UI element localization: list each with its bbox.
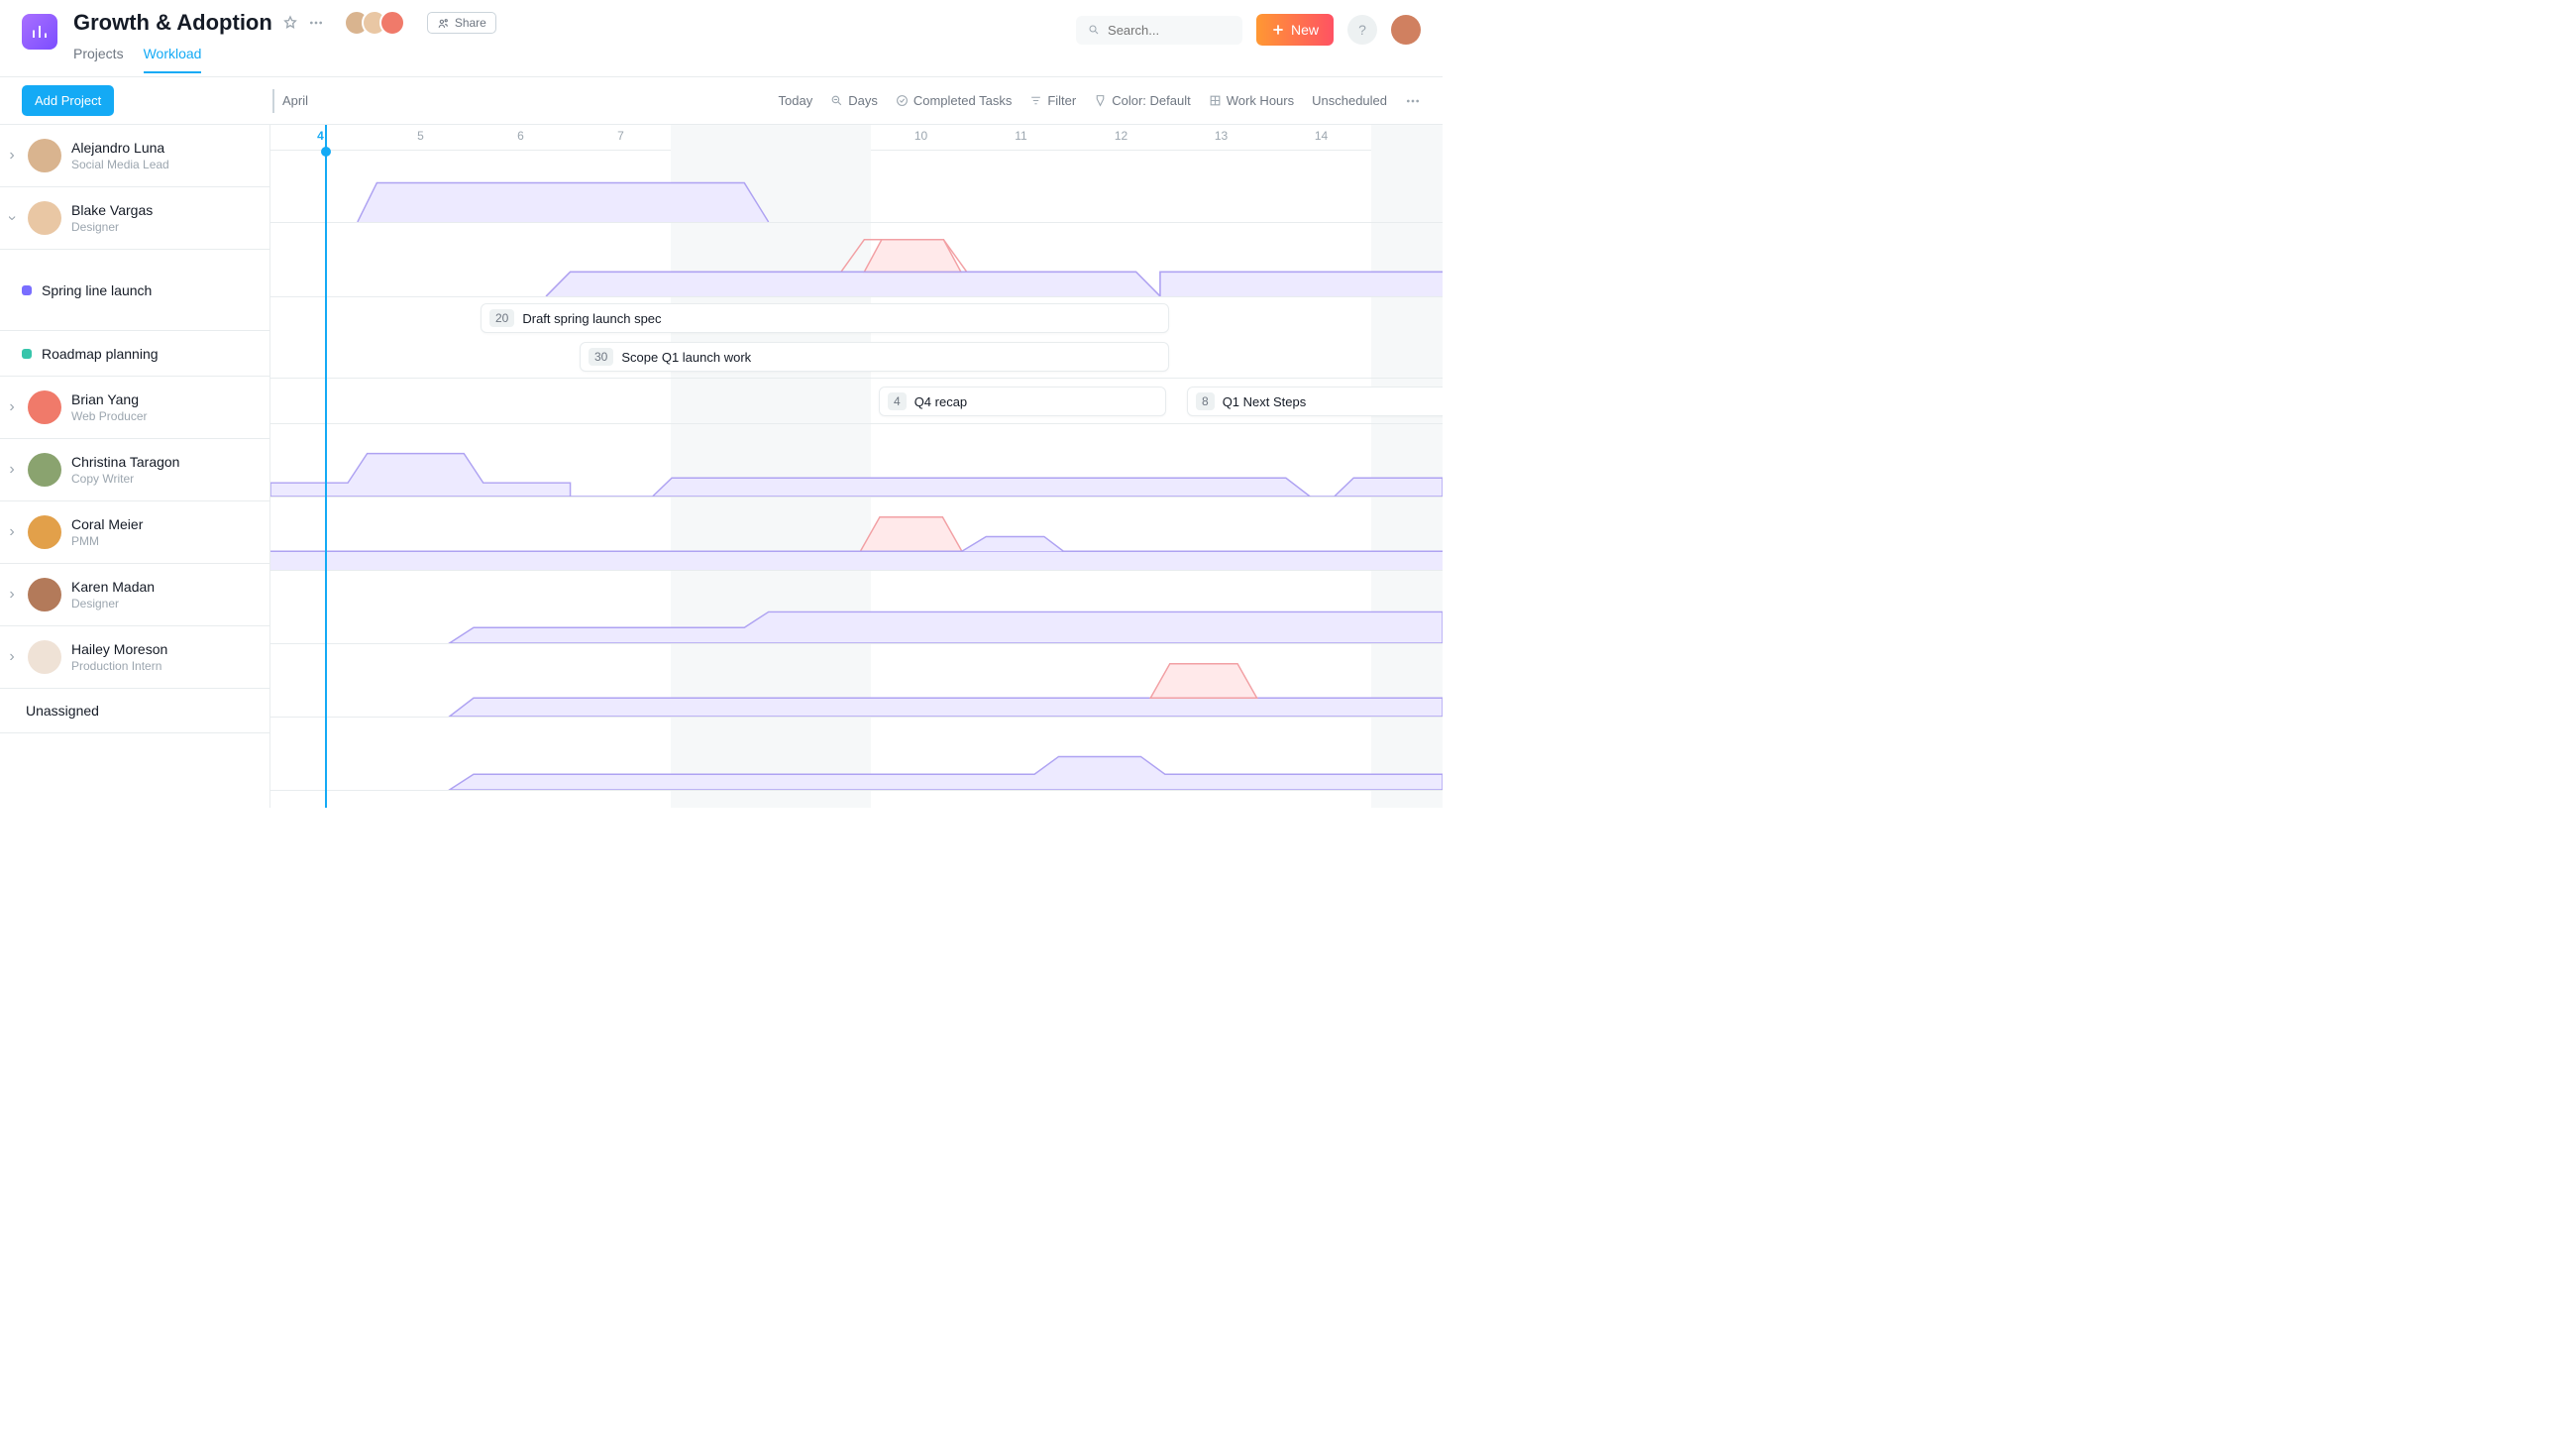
person-name: Blake Vargas: [71, 202, 153, 218]
tab-workload[interactable]: Workload: [144, 46, 202, 73]
filter-icon: [1029, 94, 1042, 107]
timeline[interactable]: 4 5 6 7 8 9 10 11 12 13 14 15: [270, 125, 1443, 808]
person-name: Karen Madan: [71, 579, 155, 595]
task-card[interactable]: 8 Q1 Next Steps: [1187, 387, 1443, 416]
help-button[interactable]: ?: [1347, 15, 1377, 45]
task-badge: 8: [1196, 392, 1215, 410]
task-card[interactable]: 20 Draft spring launch spec: [481, 303, 1169, 333]
avatar: [28, 640, 61, 674]
person-row[interactable]: › Brian Yang Web Producer: [0, 377, 269, 439]
share-button[interactable]: Share: [427, 12, 496, 34]
page-title: Growth & Adoption: [73, 10, 272, 36]
workload-lane: [270, 718, 1443, 791]
dashboard-icon: [22, 14, 57, 50]
zoom-days-button[interactable]: Days: [830, 93, 878, 108]
task-badge: 4: [888, 392, 907, 410]
person-row[interactable]: › Coral Meier PMM: [0, 501, 269, 564]
check-circle-icon: [896, 94, 909, 107]
project-color-swatch: [22, 285, 32, 295]
color-button[interactable]: Color: Default: [1094, 93, 1190, 108]
project-label: Spring line launch: [42, 282, 152, 298]
person-row[interactable]: › Blake Vargas Designer: [0, 187, 269, 250]
workload-lane: [270, 644, 1443, 718]
person-name: Alejandro Luna: [71, 140, 169, 156]
person-name: Christina Taragon: [71, 454, 179, 470]
chevron-down-icon[interactable]: ›: [3, 212, 21, 224]
person-role: Designer: [71, 597, 155, 610]
search-icon: [1088, 23, 1100, 37]
person-role: Production Intern: [71, 659, 167, 673]
color-icon: [1094, 94, 1107, 107]
chevron-right-icon[interactable]: ›: [6, 398, 18, 416]
tab-projects[interactable]: Projects: [73, 46, 124, 73]
chevron-right-icon[interactable]: ›: [6, 461, 18, 479]
person-name: Coral Meier: [71, 516, 143, 532]
search-input-wrapper[interactable]: [1076, 16, 1242, 45]
project-label: Roadmap planning: [42, 346, 159, 362]
task-card[interactable]: 4 Q4 recap: [879, 387, 1166, 416]
task-badge: 20: [489, 309, 514, 327]
project-color-swatch: [22, 349, 32, 359]
month-label: April: [272, 89, 308, 113]
zoom-icon: [830, 94, 843, 107]
people-sidebar: › Alejandro Luna Social Media Lead › Bla…: [0, 125, 270, 808]
star-icon[interactable]: [282, 15, 298, 31]
current-user-avatar[interactable]: [1391, 15, 1421, 45]
workload-lane: [270, 424, 1443, 498]
collaborator-avatars[interactable]: [352, 10, 405, 36]
new-button[interactable]: New: [1256, 14, 1334, 46]
avatar: [28, 578, 61, 611]
completed-tasks-button[interactable]: Completed Tasks: [896, 93, 1012, 108]
avatar: [28, 515, 61, 549]
project-task-lane: 4 Q4 recap 8 Q1 Next Steps: [270, 379, 1443, 424]
avatar: [28, 453, 61, 487]
workload-lane: [270, 571, 1443, 644]
person-role: Social Media Lead: [71, 158, 169, 171]
task-card[interactable]: 30 Scope Q1 launch work: [580, 342, 1169, 372]
chevron-right-icon[interactable]: ›: [6, 523, 18, 541]
workload-lane: [270, 151, 1443, 223]
today-marker-line: [325, 125, 327, 808]
workload-lane: [270, 498, 1443, 571]
avatar: [28, 201, 61, 235]
filter-button[interactable]: Filter: [1029, 93, 1076, 108]
project-sub-row[interactable]: Spring line launch: [0, 250, 269, 331]
project-sub-row[interactable]: Roadmap planning: [0, 331, 269, 377]
person-role: Copy Writer: [71, 472, 179, 486]
chevron-right-icon[interactable]: ›: [6, 648, 18, 666]
avatar: [28, 139, 61, 172]
task-badge: 30: [589, 348, 613, 366]
unassigned-label: Unassigned: [26, 703, 99, 719]
today-button[interactable]: Today: [779, 93, 813, 108]
task-label: Q1 Next Steps: [1223, 394, 1307, 409]
workload-lane: [270, 223, 1443, 297]
person-name: Hailey Moreson: [71, 641, 167, 657]
avatar: [28, 390, 61, 424]
person-role: Web Producer: [71, 409, 147, 423]
task-label: Scope Q1 launch work: [621, 350, 751, 365]
unassigned-row[interactable]: Unassigned: [0, 689, 269, 733]
person-row[interactable]: › Karen Madan Designer: [0, 564, 269, 626]
person-row[interactable]: › Christina Taragon Copy Writer: [0, 439, 269, 501]
task-label: Q4 recap: [914, 394, 967, 409]
chevron-right-icon[interactable]: ›: [6, 147, 18, 165]
more-icon[interactable]: [308, 15, 324, 31]
new-label: New: [1291, 22, 1319, 38]
chevron-right-icon[interactable]: ›: [6, 586, 18, 604]
unscheduled-button[interactable]: Unscheduled: [1312, 93, 1387, 108]
grid-icon: [1209, 94, 1222, 107]
person-role: PMM: [71, 534, 143, 548]
person-role: Designer: [71, 220, 153, 234]
search-input[interactable]: [1108, 23, 1231, 38]
person-row[interactable]: › Alejandro Luna Social Media Lead: [0, 125, 269, 187]
share-label: Share: [455, 16, 486, 30]
toolbar-more-icon[interactable]: [1405, 93, 1421, 109]
add-project-button[interactable]: Add Project: [22, 85, 114, 116]
person-name: Brian Yang: [71, 391, 147, 407]
project-task-lane: 20 Draft spring launch spec 30 Scope Q1 …: [270, 297, 1443, 379]
person-row[interactable]: › Hailey Moreson Production Intern: [0, 626, 269, 689]
task-label: Draft spring launch spec: [522, 311, 661, 326]
work-hours-button[interactable]: Work Hours: [1209, 93, 1294, 108]
